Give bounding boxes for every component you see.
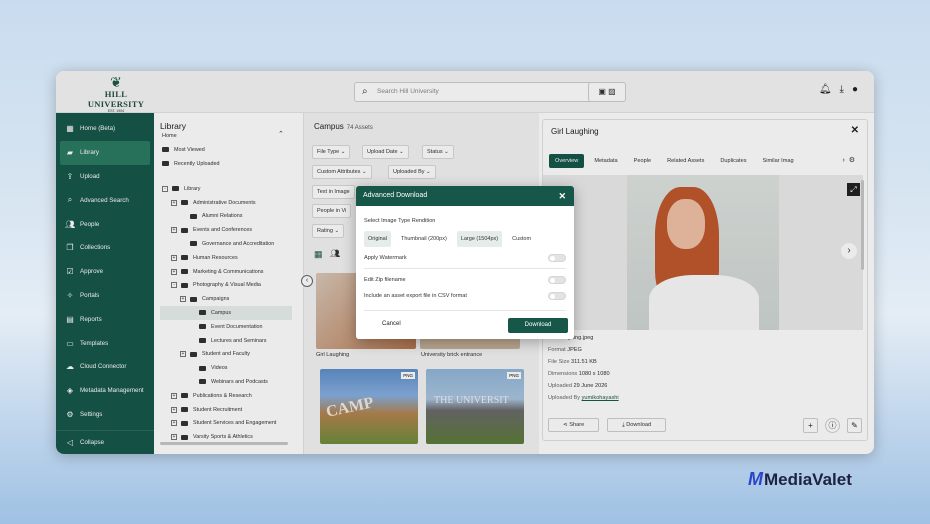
zip-toggle[interactable] bbox=[548, 276, 566, 284]
csv-toggle[interactable] bbox=[548, 292, 566, 300]
divider bbox=[364, 310, 566, 311]
cancel-button[interactable]: Cancel bbox=[382, 321, 401, 327]
rendition-option[interactable]: Thumbnail (200px) bbox=[397, 231, 451, 247]
advanced-download-dialog: Advanced Download ✕ Select Image Type Ren… bbox=[356, 186, 574, 339]
mediavalet-brand: M MediaValet bbox=[748, 469, 852, 490]
rendition-label: Select Image Type Rendition bbox=[364, 218, 436, 224]
rendition-option[interactable]: Large (1504px) bbox=[456, 231, 503, 247]
dialog-title: Advanced Download bbox=[363, 192, 428, 199]
rendition-option[interactable]: Original bbox=[364, 231, 391, 247]
mediavalet-logo-icon: M bbox=[748, 469, 763, 489]
brand-name: MediaValet bbox=[764, 469, 852, 489]
app-window: ❦ HILL UNIVERSITY EST. 1904 ⌕ Search Hil… bbox=[56, 71, 874, 454]
rendition-option[interactable]: Custom bbox=[508, 231, 535, 247]
divider bbox=[364, 268, 566, 269]
watermark-label: Apply Watermark bbox=[364, 255, 407, 261]
download-button[interactable]: Download bbox=[508, 318, 568, 333]
close-icon[interactable]: ✕ bbox=[558, 186, 566, 206]
csv-label: Include an asset export file in CSV form… bbox=[364, 293, 467, 299]
zip-label: Edit Zip filename bbox=[364, 277, 406, 283]
watermark-toggle[interactable] bbox=[548, 254, 566, 262]
dialog-header: Advanced Download ✕ bbox=[356, 186, 574, 206]
